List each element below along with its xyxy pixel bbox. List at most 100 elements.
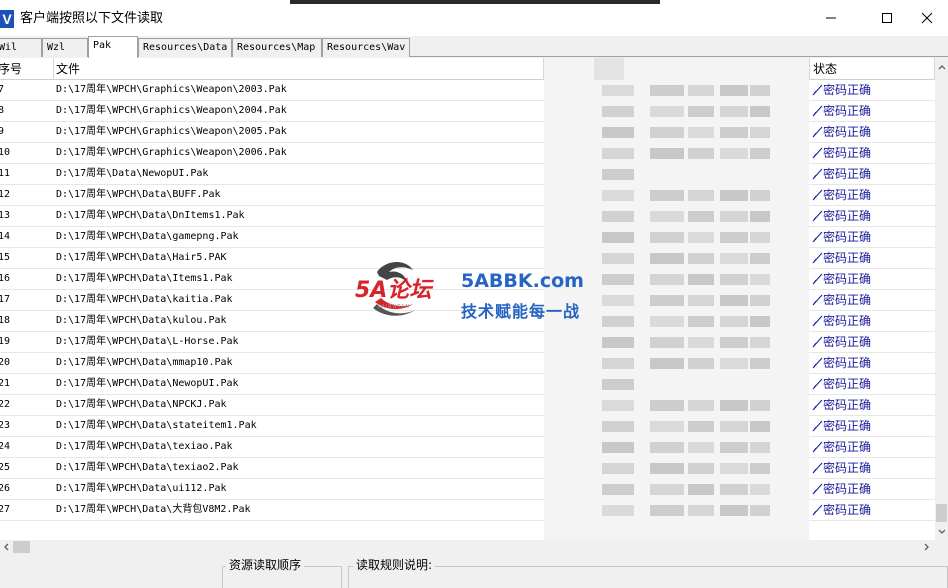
check-icon bbox=[812, 420, 823, 432]
watermark-sub-text: SAIBNTAN bbox=[377, 304, 411, 310]
cell-num: 12 bbox=[0, 189, 11, 200]
minimize-button[interactable] bbox=[808, 0, 854, 36]
close-button[interactable] bbox=[904, 0, 948, 36]
redaction-block bbox=[688, 316, 714, 327]
chevron-left-icon bbox=[4, 543, 9, 551]
redaction-block bbox=[650, 211, 684, 222]
tab-wil[interactable]: Wil bbox=[0, 38, 42, 57]
window-title: 客户端按照以下文件读取 bbox=[20, 11, 164, 26]
status-text: 密码正确 bbox=[823, 293, 872, 307]
status-text: 密码正确 bbox=[823, 167, 872, 181]
redaction-block bbox=[750, 190, 770, 201]
redaction-block bbox=[750, 253, 770, 264]
redaction-block bbox=[720, 253, 748, 264]
redaction-block bbox=[688, 211, 714, 222]
redaction-block bbox=[602, 316, 634, 327]
vertical-scrollbar[interactable] bbox=[935, 58, 948, 540]
cell-file: D:\17周年\WPCH\Data\stateitem1.Pak bbox=[56, 420, 257, 431]
check-icon bbox=[812, 189, 823, 201]
check-icon bbox=[812, 210, 823, 222]
cell-status: 密码正确 bbox=[812, 248, 932, 268]
cell-num: 25 bbox=[0, 462, 11, 473]
check-icon bbox=[812, 231, 823, 243]
tab-resources-data[interactable]: Resources\Data bbox=[138, 38, 232, 57]
check-icon bbox=[812, 399, 823, 411]
tab-wzl[interactable]: Wzl bbox=[42, 38, 88, 57]
redaction-block bbox=[650, 463, 684, 474]
cell-status: 密码正确 bbox=[812, 206, 932, 226]
tab-resources-map[interactable]: Resources\Map bbox=[232, 38, 322, 57]
cell-num: 11 bbox=[0, 168, 11, 179]
vertical-scroll-thumb[interactable] bbox=[936, 504, 947, 522]
scroll-up-button[interactable] bbox=[935, 58, 948, 75]
redaction-block bbox=[750, 316, 770, 327]
cell-num: 9 bbox=[0, 126, 5, 137]
redaction-block bbox=[650, 85, 684, 96]
redaction-block bbox=[602, 148, 634, 159]
redaction-block bbox=[720, 316, 748, 327]
cell-file: D:\17周年\WPCH\Data\texiao2.Pak bbox=[56, 462, 239, 473]
check-icon bbox=[812, 168, 823, 180]
status-text: 密码正确 bbox=[823, 230, 872, 244]
column-header-status[interactable]: 状态 bbox=[809, 58, 935, 80]
redaction-block bbox=[688, 505, 714, 516]
redaction-block bbox=[720, 484, 748, 495]
resource-order-label: 资源读取顺序 bbox=[226, 558, 305, 572]
close-icon bbox=[921, 12, 933, 24]
redaction-block bbox=[688, 337, 714, 348]
read-rules-group bbox=[348, 566, 948, 588]
watermark: 5A论坛 SAIBNTAN 5ABBK.com 技术赋能每一战 bbox=[355, 261, 595, 332]
cell-num: 8 bbox=[0, 105, 5, 116]
cell-status: 密码正确 bbox=[812, 332, 932, 352]
redaction-block bbox=[602, 127, 634, 138]
redaction-block bbox=[602, 190, 634, 201]
cell-file: D:\17周年\WPCH\Data\DnItems1.Pak bbox=[56, 210, 245, 221]
redaction-block bbox=[602, 211, 634, 222]
check-icon bbox=[812, 126, 823, 138]
redaction-block bbox=[688, 148, 714, 159]
column-header-num[interactable]: 序号 bbox=[0, 58, 54, 80]
column-header-file[interactable]: 文件 bbox=[54, 58, 544, 80]
cell-num: 14 bbox=[0, 231, 11, 242]
cell-num: 20 bbox=[0, 357, 11, 368]
cell-status: 密码正确 bbox=[812, 374, 932, 394]
cell-file: D:\17周年\WPCH\Data\L-Horse.Pak bbox=[56, 336, 239, 347]
cell-file: D:\17周年\Data\NewopUI.Pak bbox=[56, 168, 209, 179]
redaction-block bbox=[602, 253, 634, 264]
status-text: 密码正确 bbox=[823, 314, 872, 328]
horizontal-scroll-thumb[interactable] bbox=[13, 541, 30, 553]
redaction-block bbox=[688, 190, 714, 201]
redaction-block bbox=[602, 463, 634, 474]
redaction-block bbox=[602, 85, 634, 96]
minimize-icon bbox=[826, 17, 836, 19]
row-divider bbox=[809, 520, 935, 521]
horizontal-scrollbar[interactable] bbox=[0, 540, 935, 554]
watermark-logo-text: 5A论坛 bbox=[355, 278, 432, 303]
watermark-site: 5ABBK.com bbox=[461, 270, 584, 292]
scroll-down-button[interactable] bbox=[935, 523, 948, 540]
cell-status: 密码正确 bbox=[812, 269, 932, 289]
tab-resources-wav[interactable]: Resources\Wav bbox=[322, 38, 410, 57]
check-icon bbox=[812, 315, 823, 327]
cell-file: D:\17周年\WPCH\Data\ui112.Pak bbox=[56, 483, 227, 494]
row-divider bbox=[0, 520, 544, 521]
watermark-slogan: 技术赋能每一战 bbox=[461, 302, 581, 321]
status-text: 密码正确 bbox=[823, 482, 872, 496]
status-text: 密码正确 bbox=[823, 209, 872, 223]
redaction-block bbox=[650, 127, 684, 138]
redaction-block bbox=[720, 106, 748, 117]
redaction-block bbox=[688, 232, 714, 243]
scroll-right-button[interactable] bbox=[918, 540, 935, 554]
tab-pak[interactable]: Pak bbox=[88, 36, 138, 58]
check-icon bbox=[812, 294, 823, 306]
redaction-block bbox=[688, 484, 714, 495]
redaction-block bbox=[688, 127, 714, 138]
redaction-block bbox=[720, 190, 748, 201]
scroll-left-button[interactable] bbox=[0, 540, 12, 554]
redaction-block bbox=[650, 148, 684, 159]
read-rules-label: 读取规则说明: bbox=[353, 558, 436, 572]
check-icon bbox=[812, 378, 823, 390]
redaction-block bbox=[688, 295, 714, 306]
redaction-block bbox=[750, 505, 770, 516]
redaction-block bbox=[688, 358, 714, 369]
